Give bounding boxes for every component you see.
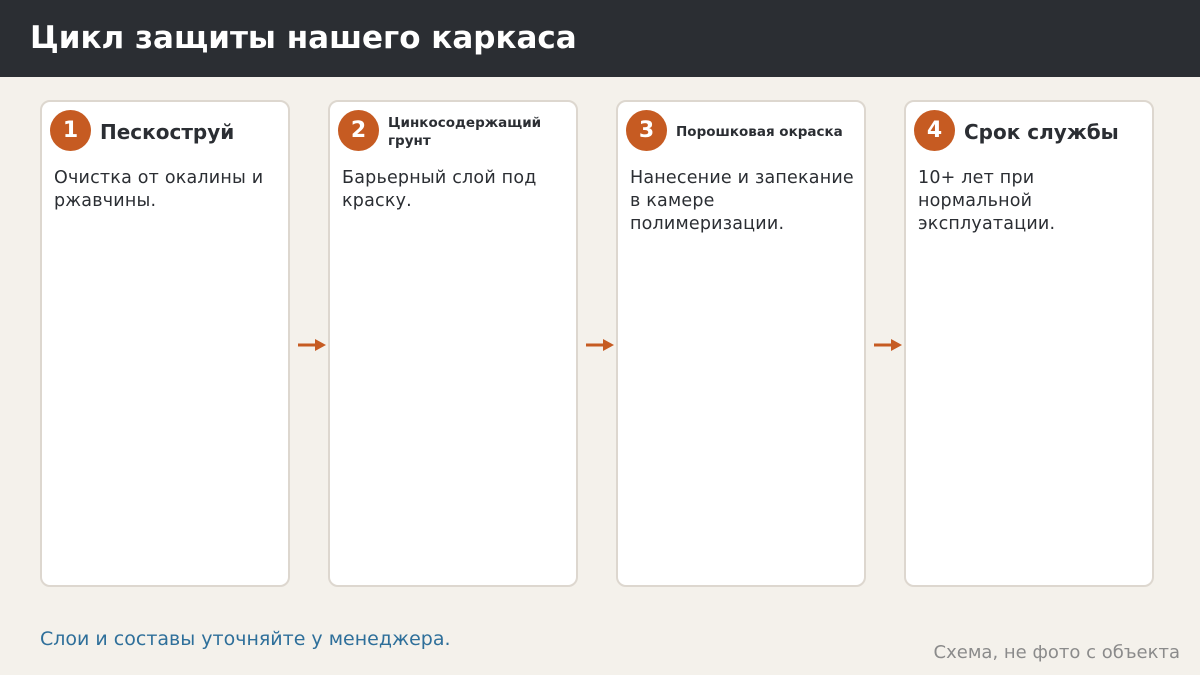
step-number-badge: 2 [338, 110, 379, 151]
image-caption: Схема, не фото с объекта [933, 642, 1180, 663]
step-title: Срок службы [964, 120, 1119, 144]
arrow-right-icon [298, 339, 326, 351]
step-card-1: 1 Пескоструй Очистка от окалины и ржавчи… [40, 100, 290, 587]
step-title: Цинкосодержащий грунт [388, 115, 542, 149]
header-bar: Цикл защиты нашего каркаса [0, 0, 1200, 77]
step-title: Пескоструй [100, 120, 235, 144]
step-description: Нанесение и запекание в камере полимериз… [630, 168, 854, 234]
page-title: Цикл защиты нашего каркаса [30, 20, 577, 56]
step-card-2: 2 Цинкосодержащий грунт Барьерный слой п… [328, 100, 578, 587]
footer-note: Слои и составы уточняйте у менеджера. [40, 628, 451, 650]
step-number-badge: 4 [914, 110, 955, 151]
step-title: Порошковая окраска [676, 124, 843, 140]
step-number-badge: 1 [50, 110, 91, 151]
step-description: Очистка от окалины и ржавчины. [54, 168, 264, 211]
step-card-4: 4 Срок службы 10+ лет при нормальной экс… [904, 100, 1154, 587]
arrow-right-icon [874, 339, 902, 351]
step-number-badge: 3 [626, 110, 667, 151]
arrow-right-icon [586, 339, 614, 351]
step-description: 10+ лет при нормальной эксплуатации. [918, 168, 1056, 234]
step-description: Барьерный слой под краску. [342, 168, 537, 211]
step-card-3: 3 Порошковая окраска Нанесение и запекан… [616, 100, 866, 587]
